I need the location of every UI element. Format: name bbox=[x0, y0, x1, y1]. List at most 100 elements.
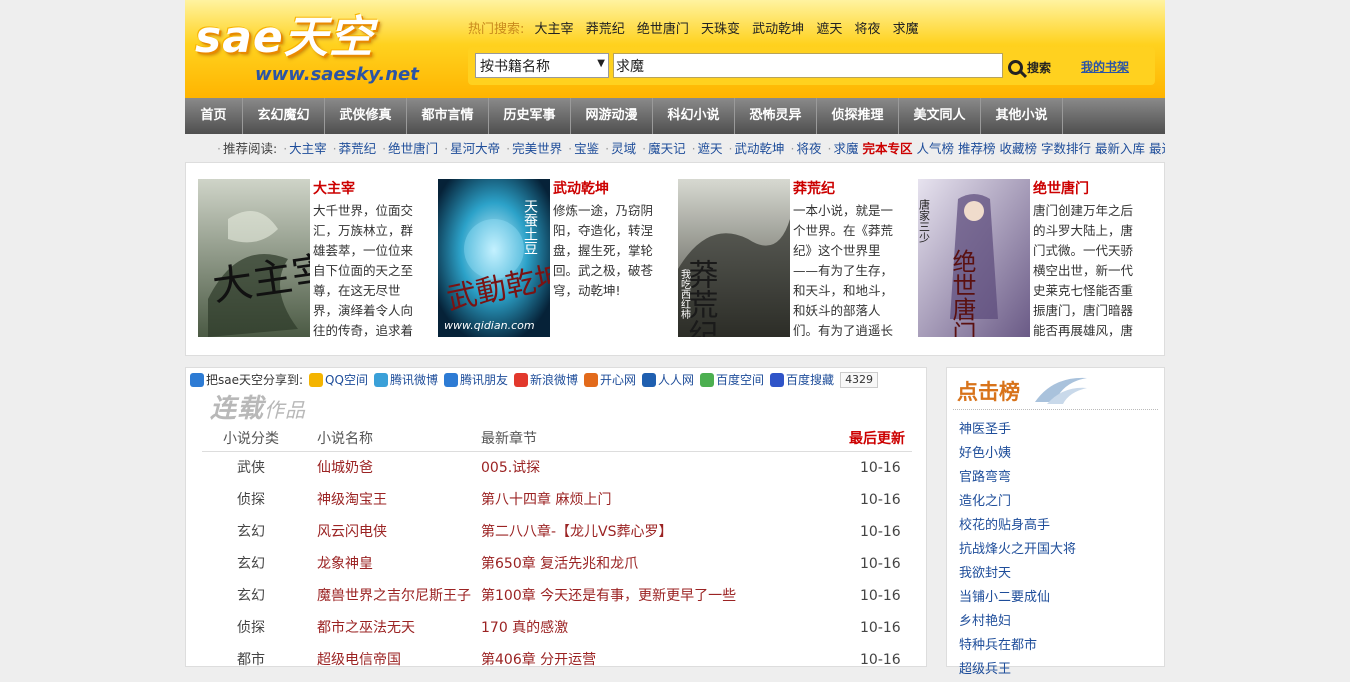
book-cover[interactable]: 武動乾坤 天蚕土豆 www.qidian.com bbox=[438, 179, 550, 337]
share-tencent-weibo[interactable]: 腾讯微博 bbox=[390, 368, 438, 392]
hot-search-item[interactable]: 武动乾坤 bbox=[752, 22, 804, 37]
row-book-name[interactable]: 神级淘宝王 bbox=[317, 484, 387, 516]
nav-item-wuxia[interactable]: 武侠修真 bbox=[325, 98, 407, 134]
recommend-item[interactable]: 将夜 bbox=[797, 141, 822, 156]
latest-added-link[interactable]: 最新入库 bbox=[1095, 141, 1145, 156]
recommend-item[interactable]: 求魔 bbox=[834, 141, 859, 156]
search-type-select[interactable]: 按书籍名称 ▼ bbox=[475, 53, 609, 78]
recommend-item[interactable]: 魔天记 bbox=[648, 141, 686, 156]
nav-item-detective[interactable]: 侦探推理 bbox=[817, 98, 899, 134]
nav-item-horror[interactable]: 恐怖灵异 bbox=[735, 98, 817, 134]
share-kaixin[interactable]: 开心网 bbox=[600, 368, 636, 392]
my-bookshelf-link[interactable]: 我的书架 bbox=[1081, 58, 1129, 75]
book-title-link[interactable]: 莽荒纪 bbox=[793, 179, 835, 199]
book-cover[interactable]: 绝世唐门 唐家三少 bbox=[918, 179, 1030, 337]
recommend-item[interactable]: 完美世界 bbox=[512, 141, 562, 156]
hot-search-item[interactable]: 绝世唐门 bbox=[637, 22, 689, 37]
row-latest-chapter[interactable]: 第二八八章-【龙儿VS葬心罗】 bbox=[481, 516, 673, 548]
row-book-name[interactable]: 仙城奶爸 bbox=[317, 452, 373, 484]
hot-search-item[interactable]: 求魔 bbox=[893, 22, 919, 37]
baidu-space-icon bbox=[700, 373, 715, 387]
hot-search-item[interactable]: 天珠变 bbox=[701, 22, 740, 37]
recommend-item[interactable]: 武动乾坤 bbox=[735, 141, 785, 156]
ranking-item[interactable]: 超级兵王 bbox=[959, 658, 1164, 682]
cover-url-text: www.qidian.com bbox=[444, 319, 535, 332]
row-book-name[interactable]: 超级电信帝国 bbox=[317, 644, 401, 676]
share-qzone[interactable]: QQ空间 bbox=[325, 368, 368, 392]
recommend-bar: · 推荐阅读: · 大主宰 · 莽荒纪 · 绝世唐门 · 星河大帝 · 完美世界 · 宝鉴 ·… bbox=[185, 134, 1165, 162]
main-nav: 首页 玄幻魔幻 武侠修真 都市言情 历史军事 网游动漫 科幻小说 恐怖灵异 侦探… bbox=[185, 98, 1165, 134]
book-title-link[interactable]: 绝世唐门 bbox=[1033, 179, 1089, 199]
featured-book: 绝世唐门 唐家三少 绝世唐门 唐门创建万年之后的斗罗大陆上，唐门式微。一代天骄横… bbox=[906, 179, 1146, 339]
ranking-item[interactable]: 校花的贴身高手 bbox=[959, 514, 1164, 538]
nav-item-fantasy[interactable]: 玄幻魔幻 bbox=[243, 98, 325, 134]
recommend-rank-link[interactable]: 推荐榜 bbox=[958, 141, 996, 156]
ranking-item[interactable]: 抗战烽火之开国大将 bbox=[959, 538, 1164, 562]
row-latest-chapter[interactable]: 第650章 复活先兆和龙爪 bbox=[481, 548, 638, 580]
popular-rank-link[interactable]: 人气榜 bbox=[917, 141, 955, 156]
nav-item-history[interactable]: 历史军事 bbox=[489, 98, 571, 134]
row-book-name[interactable]: 风云闪电侠 bbox=[317, 516, 387, 548]
swoosh-icon bbox=[1035, 377, 1087, 404]
recommend-item[interactable]: 绝世唐门 bbox=[388, 141, 438, 156]
share-baidu-favorite[interactable]: 百度搜藏 bbox=[786, 368, 834, 392]
hot-search-item[interactable]: 大主宰 bbox=[535, 22, 574, 37]
ranking-item[interactable]: 当铺小二要成仙 bbox=[959, 586, 1164, 610]
nav-item-other[interactable]: 其他小说 bbox=[981, 98, 1063, 134]
completed-zone-link[interactable]: 完本专区 bbox=[863, 141, 913, 156]
search-button[interactable]: 搜索 bbox=[1008, 57, 1051, 77]
row-latest-chapter[interactable]: 第八十四章 麻烦上门 bbox=[481, 484, 611, 516]
share-renren[interactable]: 人人网 bbox=[658, 368, 694, 392]
nav-item-urban[interactable]: 都市言情 bbox=[407, 98, 489, 134]
hot-search-item[interactable]: 遮天 bbox=[816, 22, 842, 37]
row-category: 玄幻 bbox=[237, 524, 265, 540]
ranking-item[interactable]: 我欲封天 bbox=[959, 562, 1164, 586]
row-latest-chapter[interactable]: 005.试探 bbox=[481, 452, 540, 484]
nav-item-scifi[interactable]: 科幻小说 bbox=[653, 98, 735, 134]
search-type-value: 按书籍名称 bbox=[480, 59, 550, 75]
book-cover[interactable]: 大主宰 bbox=[198, 179, 310, 337]
recommend-item[interactable]: 灵域 bbox=[611, 141, 636, 156]
share-sina-weibo[interactable]: 新浪微博 bbox=[530, 368, 578, 392]
ranking-item[interactable]: 乡村艳妇 bbox=[959, 610, 1164, 634]
row-book-name[interactable]: 龙象神皇 bbox=[317, 548, 373, 580]
favorite-rank-link[interactable]: 收藏榜 bbox=[1000, 141, 1038, 156]
recent-update-link[interactable]: 最近更新 bbox=[1149, 141, 1165, 156]
header-category: 小说分类 bbox=[223, 431, 279, 447]
share-tencent-friend[interactable]: 腾讯朋友 bbox=[460, 368, 508, 392]
site-logo[interactable]: sae天空 www.saesky.net bbox=[195, 14, 419, 90]
recommend-item[interactable]: 星河大帝 bbox=[450, 141, 500, 156]
ranking-item[interactable]: 造化之门 bbox=[959, 490, 1164, 514]
hot-search-item[interactable]: 将夜 bbox=[854, 22, 880, 37]
share-plus-icon[interactable] bbox=[190, 373, 204, 387]
recommend-item[interactable]: 宝鉴 bbox=[574, 141, 599, 156]
row-latest-chapter[interactable]: 第406章 分开运营 bbox=[481, 644, 596, 676]
header-chapter: 最新章节 bbox=[481, 431, 537, 447]
ranking-item[interactable]: 好色小姨 bbox=[959, 442, 1164, 466]
nav-item-fanfic[interactable]: 美文同人 bbox=[899, 98, 981, 134]
ranking-item[interactable]: 官路弯弯 bbox=[959, 466, 1164, 490]
recommend-item[interactable]: 大主宰 bbox=[289, 141, 327, 156]
hot-search-item[interactable]: 莽荒纪 bbox=[586, 22, 625, 37]
search-input[interactable] bbox=[613, 53, 1003, 78]
row-latest-chapter[interactable]: 170 真的感激 bbox=[481, 612, 568, 644]
share-baidu-space[interactable]: 百度空间 bbox=[716, 368, 764, 392]
nav-item-game[interactable]: 网游动漫 bbox=[571, 98, 653, 134]
book-title-link[interactable]: 武动乾坤 bbox=[553, 179, 609, 199]
logo-url: www.saesky.net bbox=[255, 64, 419, 85]
featured-books: 大主宰 大主宰 大千世界，位面交汇，万族林立，群雄荟萃，一位位来自下位面的天之至… bbox=[185, 162, 1165, 356]
row-book-name[interactable]: 都市之巫法无天 bbox=[317, 612, 415, 644]
row-category: 武侠 bbox=[237, 460, 265, 476]
book-description: 修炼一途，乃窃阴阳，夺造化，转涅盘，握生死，掌轮回。武之极，破苍穹，动乾坤! bbox=[553, 203, 653, 298]
ranking-item[interactable]: 特种兵在都市 bbox=[959, 634, 1164, 658]
wordcount-rank-link[interactable]: 字数排行 bbox=[1041, 141, 1091, 156]
recommend-item[interactable]: 莽荒纪 bbox=[339, 141, 377, 156]
cover-title-text: 绝世唐门 bbox=[948, 249, 976, 337]
book-title-link[interactable]: 大主宰 bbox=[313, 179, 355, 199]
nav-item-home[interactable]: 首页 bbox=[185, 98, 243, 134]
recommend-item[interactable]: 遮天 bbox=[698, 141, 723, 156]
book-cover[interactable]: 莽荒纪 我吃西红柿 bbox=[678, 179, 790, 337]
row-latest-chapter[interactable]: 第100章 今天还是有事，更新更早了一些 bbox=[481, 580, 736, 612]
row-book-name[interactable]: 魔兽世界之吉尔尼斯王子 bbox=[317, 580, 471, 612]
ranking-item[interactable]: 神医圣手 bbox=[959, 418, 1164, 442]
